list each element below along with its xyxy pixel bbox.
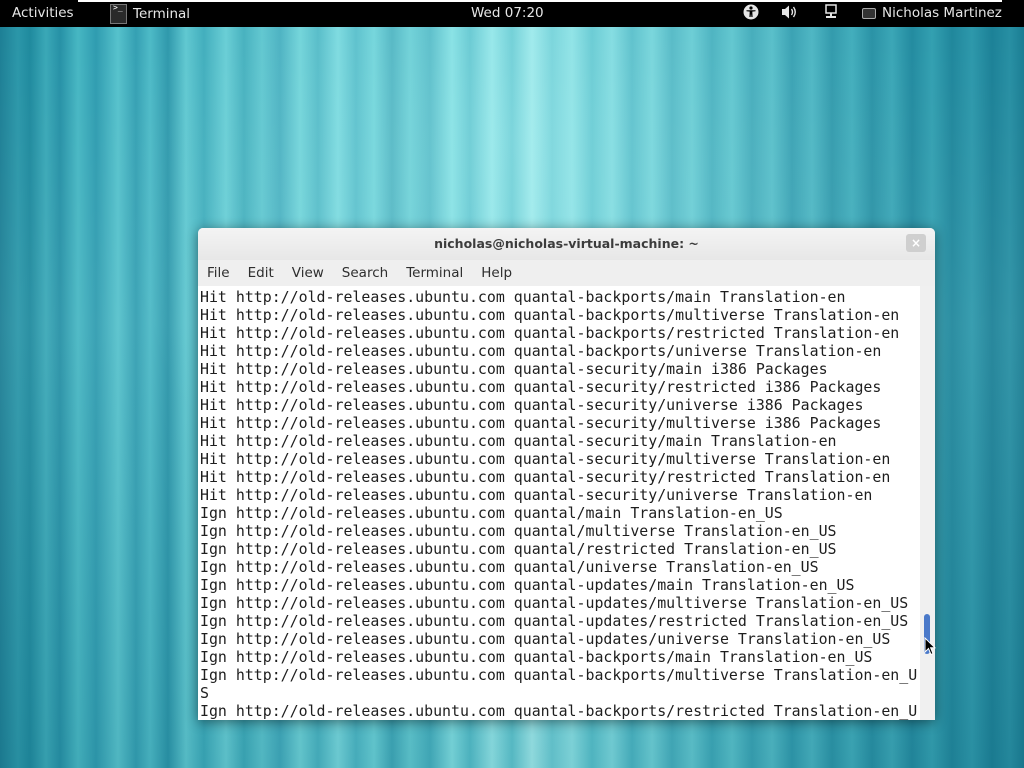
terminal-line: Ign http://old-releases.ubuntu.com quant… [200, 630, 891, 648]
terminal-line: Ign http://old-releases.ubuntu.com quant… [200, 558, 819, 576]
menu-terminal[interactable]: Terminal [397, 265, 472, 281]
terminal-line: Ign http://old-releases.ubuntu.com quant… [200, 702, 918, 720]
menu-edit[interactable]: Edit [239, 265, 283, 281]
terminal-line: Hit http://old-releases.ubuntu.com quant… [200, 450, 891, 468]
user-name: Nicholas Martinez [882, 5, 1002, 21]
accessibility-icon[interactable] [742, 4, 760, 22]
window-title: nicholas@nicholas-virtual-machine: ~ [434, 236, 699, 251]
menu-help[interactable]: Help [472, 265, 521, 281]
terminal-app-icon: >_ [110, 3, 127, 24]
menubar: File Edit View Search Terminal Help [198, 260, 935, 286]
panel-highlight [78, 0, 1002, 2]
top-panel: Activities >_ Terminal Wed 07:20 Nichola… [0, 0, 1024, 27]
terminal-line: Hit http://old-releases.ubuntu.com quant… [200, 306, 900, 324]
window-titlebar[interactable]: nicholas@nicholas-virtual-machine: ~ × [198, 228, 935, 260]
terminal-window: nicholas@nicholas-virtual-machine: ~ × F… [198, 228, 935, 720]
terminal-line: Hit http://old-releases.ubuntu.com quant… [200, 288, 846, 306]
terminal-line: Ign http://old-releases.ubuntu.com quant… [200, 612, 909, 630]
menu-search[interactable]: Search [333, 265, 397, 281]
network-icon[interactable] [822, 4, 840, 22]
terminal-line: Hit http://old-releases.ubuntu.com quant… [200, 486, 873, 504]
terminal-line: Hit http://old-releases.ubuntu.com quant… [200, 468, 891, 486]
activities-button[interactable]: Activities [12, 5, 74, 21]
menu-file[interactable]: File [198, 265, 239, 281]
terminal-line: Ign http://old-releases.ubuntu.com quant… [200, 666, 918, 684]
terminal-line: S [200, 684, 209, 702]
menu-view[interactable]: View [283, 265, 333, 281]
close-button[interactable]: × [906, 234, 926, 252]
terminal-line: Ign http://old-releases.ubuntu.com quant… [200, 576, 855, 594]
terminal-line: Hit http://old-releases.ubuntu.com quant… [200, 432, 837, 450]
terminal-line: Hit http://old-releases.ubuntu.com quant… [200, 342, 882, 360]
terminal-line: Ign http://old-releases.ubuntu.com quant… [200, 540, 837, 558]
terminal-line: Hit http://old-releases.ubuntu.com quant… [200, 324, 900, 342]
terminal-line: Ign http://old-releases.ubuntu.com quant… [200, 648, 873, 666]
volume-icon[interactable] [781, 4, 799, 22]
clock[interactable]: Wed 07:20 [471, 5, 544, 21]
terminal-line: Hit http://old-releases.ubuntu.com quant… [200, 414, 882, 432]
terminal-line: Hit http://old-releases.ubuntu.com quant… [200, 396, 864, 414]
terminal-line: Ign http://old-releases.ubuntu.com quant… [200, 522, 837, 540]
terminal-area[interactable]: Hit http://old-releases.ubuntu.com quant… [198, 286, 920, 720]
app-menu[interactable]: >_ Terminal [110, 3, 190, 25]
user-menu[interactable]: Nicholas Martinez [862, 5, 1002, 21]
app-menu-label: Terminal [133, 6, 191, 22]
terminal-line: Ign http://old-releases.ubuntu.com quant… [200, 504, 783, 522]
terminal-line: Ign http://old-releases.ubuntu.com quant… [200, 594, 909, 612]
chat-status-icon [862, 7, 876, 19]
mouse-pointer-icon [924, 636, 937, 656]
terminal-line: Hit http://old-releases.ubuntu.com quant… [200, 378, 882, 396]
terminal-output[interactable]: Hit http://old-releases.ubuntu.com quant… [198, 286, 920, 720]
terminal-line: Hit http://old-releases.ubuntu.com quant… [200, 360, 828, 378]
